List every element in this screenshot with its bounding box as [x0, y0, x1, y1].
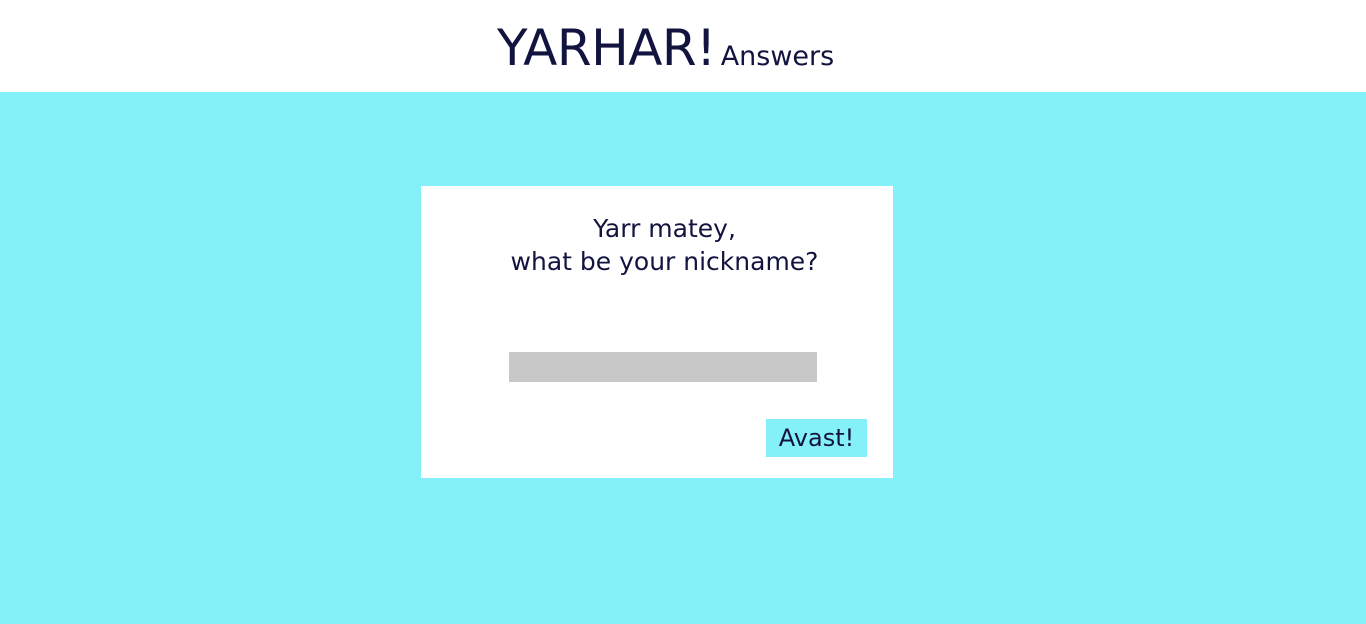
nickname-card: Yarr matey, what be your nickname? Avast… — [421, 186, 893, 478]
prompt-line-2: what be your nickname? — [510, 247, 819, 276]
site-header: YARHAR! Answers — [0, 0, 1366, 92]
logo-title: YARHAR! — [497, 19, 716, 77]
nickname-input[interactable] — [509, 352, 817, 382]
nickname-prompt: Yarr matey, what be your nickname? — [421, 212, 908, 278]
avast-submit-button[interactable]: Avast! — [766, 419, 867, 457]
site-logo[interactable]: YARHAR! Answers — [497, 18, 834, 78]
logo-subtitle: Answers — [720, 41, 835, 72]
prompt-line-1: Yarr matey, — [593, 214, 736, 243]
